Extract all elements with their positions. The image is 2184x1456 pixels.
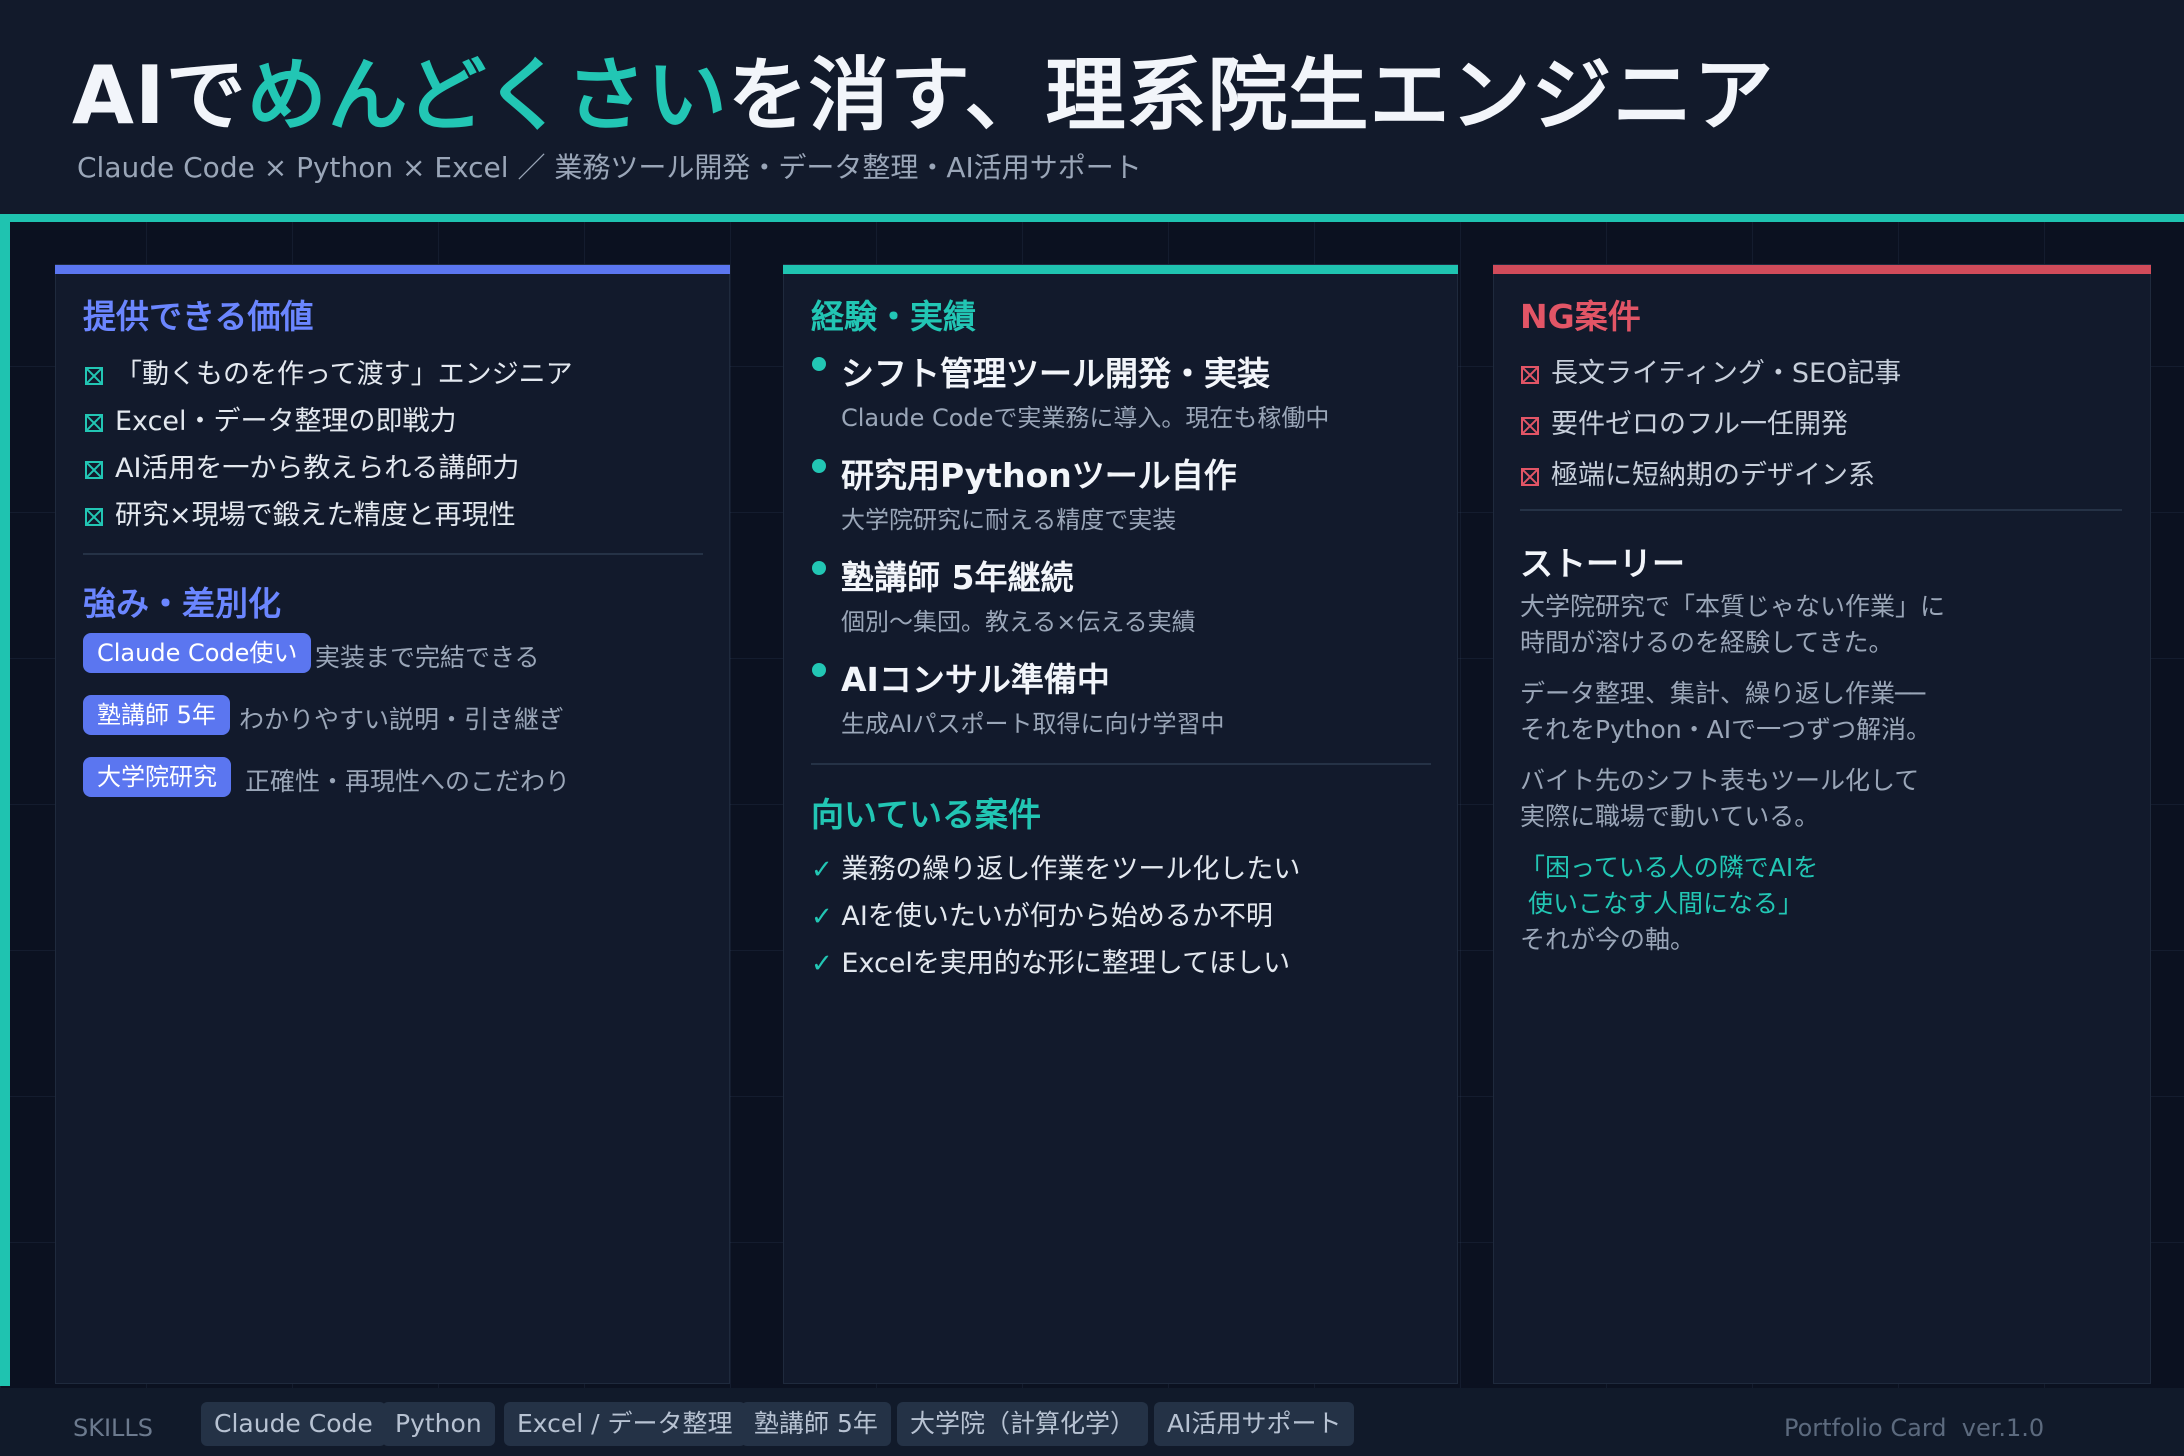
checkbox-icon (85, 414, 103, 432)
left-accent-line (0, 214, 10, 1386)
checkbox-icon (85, 461, 103, 479)
strength-desc: わかりやすい説明・引き継ぎ (239, 705, 565, 734)
experience-item-desc: Claude Codeで実業務に導入。現在も稼働中 (841, 404, 1330, 432)
title-suffix: を消す、理系院生エンジニア (727, 49, 1775, 142)
cross-box-icon (1521, 366, 1539, 384)
skill-chip: Python (382, 1402, 495, 1446)
fit-item: ✓ AIを使いたいが何から始めるか不明 (811, 901, 1273, 932)
value-card-divider (83, 553, 703, 555)
bullet-dot-icon (812, 357, 826, 371)
fit-title: 向いている案件 (811, 795, 1042, 834)
page-title: AIでめんどくさいを消す、理系院生エンジニア (72, 52, 1775, 140)
story-paragraph-2: データ整理、集計、繰り返し作業── それをPython・AIで一つずつ解消。 (1520, 679, 1932, 744)
strength-tag: 大学院研究 (83, 757, 231, 797)
value-card: 提供できる価値 「動くものを作って渡す」エンジニア Excel・データ整理の即戦… (55, 264, 730, 1384)
story-quote: 「困っている人の隣でAIを 使いこなす人間になる」 (1520, 853, 1819, 918)
check-icon: ✓ (811, 949, 833, 979)
check-icon: ✓ (811, 902, 833, 932)
header: AIでめんどくさいを消す、理系院生エンジニア Claude Code × Pyt… (0, 0, 2184, 214)
skill-chip: Claude Code (201, 1402, 386, 1446)
page-subtitle: Claude Code × Python × Excel ／ 業務ツール開発・デ… (77, 151, 1142, 184)
skills-label: SKILLS (73, 1414, 154, 1442)
ng-card: NG案件 長文ライティング・SEO記事 要件ゼロのフル一任開発 極端に短納期のデ… (1493, 264, 2151, 1384)
ng-card-divider (1520, 509, 2122, 511)
skill-chip: 大学院（計算化学） (897, 1402, 1149, 1446)
skill-chip: 塾講師 5年 (741, 1402, 891, 1446)
version-note: Portfolio Card ver.1.0 (1784, 1414, 2045, 1442)
story-title: ストーリー (1520, 544, 1685, 583)
experience-card: 経験・実績 シフト管理ツール開発・実装 Claude Codeで実業務に導入。現… (783, 264, 1458, 1384)
strength-desc: 実装まで完結できる (315, 643, 540, 672)
strength-desc: 正確性・再現性へのこだわり (245, 767, 571, 796)
title-prefix: AIで (72, 49, 247, 142)
check-icon: ✓ (811, 855, 833, 885)
skill-chip: Excel / データ整理 (504, 1402, 746, 1446)
value-item: 「動くものを作って渡す」エンジニア (85, 352, 573, 391)
skill-chip: AI活用サポート (1154, 1402, 1355, 1446)
ng-item: 極端に短納期のデザイン系 (1521, 453, 1875, 492)
strength-tag: Claude Code使い (83, 633, 312, 673)
experience-card-divider (811, 763, 1431, 765)
bullet-dot-icon (812, 663, 826, 677)
experience-item-desc: 個別〜集団。教える×伝える実績 (841, 608, 1196, 636)
experience-item-desc: 生成AIパスポート取得に向け学習中 (841, 710, 1225, 738)
experience-card-title: 経験・実績 (811, 297, 976, 336)
ng-item: 長文ライティング・SEO記事 (1521, 351, 1901, 390)
cross-box-icon (1521, 417, 1539, 435)
experience-card-top-bar (783, 265, 1458, 274)
value-item: AI活用を一から教えられる講師力 (85, 446, 519, 485)
bullet-dot-icon (812, 561, 826, 575)
checkbox-icon (85, 367, 103, 385)
ng-item: 要件ゼロのフル一任開発 (1521, 402, 1848, 441)
value-card-title: 提供できる価値 (83, 297, 314, 336)
title-accent: めんどくさい (246, 49, 728, 142)
experience-item-title: 研究用Pythonツール自作 (841, 456, 1237, 495)
value-item: 研究×現場で鍛えた精度と再現性 (85, 493, 516, 532)
experience-item-desc: 大学院研究に耐える精度で実装 (841, 506, 1177, 534)
value-card-top-bar (55, 265, 730, 274)
strengths-title: 強み・差別化 (83, 584, 281, 623)
value-item: Excel・データ整理の即戦力 (85, 399, 457, 438)
ng-card-title: NG案件 (1520, 297, 1641, 336)
story-paragraph-3: バイト先のシフト表もツール化して 実際に職場で動いている。 (1520, 766, 1920, 831)
story-closing: それが今の軸。 (1520, 925, 1696, 954)
checkbox-icon (85, 508, 103, 526)
header-accent-line (0, 214, 2184, 222)
strength-tag: 塾講師 5年 (83, 695, 230, 735)
fit-item: ✓ 業務の繰り返し作業をツール化したい (811, 854, 1301, 885)
experience-item-title: シフト管理ツール開発・実装 (841, 354, 1270, 393)
ng-card-top-bar (1493, 265, 2151, 274)
bullet-dot-icon (812, 459, 826, 473)
story-paragraph-1: 大学院研究で「本質じゃない作業」に 時間が溶けるのを経験してきた。 (1520, 592, 1946, 657)
experience-item-title: AIコンサル準備中 (841, 660, 1110, 699)
cross-box-icon (1521, 468, 1539, 486)
fit-item: ✓ Excelを実用的な形に整理してほしい (811, 948, 1291, 979)
experience-item-title: 塾講師 5年継続 (841, 558, 1074, 597)
